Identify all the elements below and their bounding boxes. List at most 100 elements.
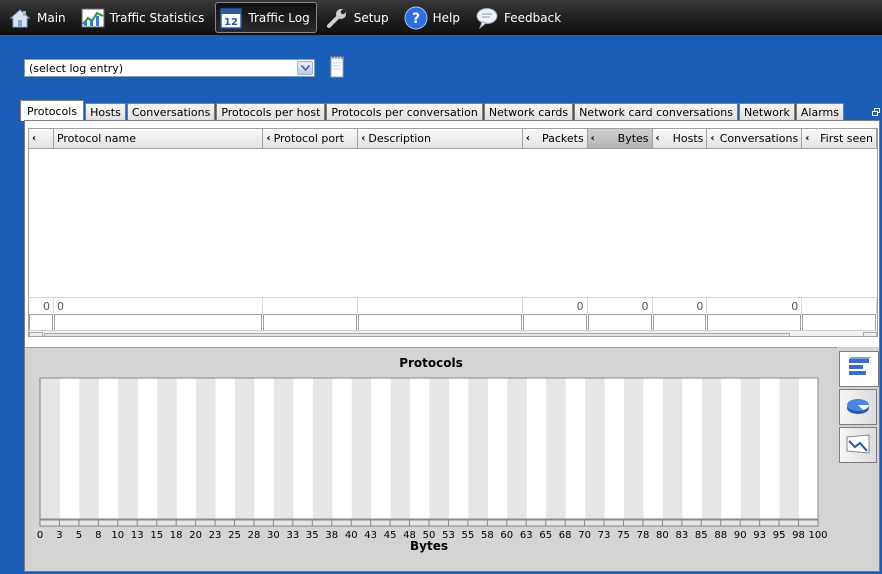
filter-hosts-input[interactable]	[652, 314, 707, 331]
table-summary-row: 0 0 0 0 0 0	[29, 297, 877, 314]
scroll-right-icon[interactable]: ▶	[863, 331, 877, 336]
chart-type-tabs	[837, 347, 879, 571]
plot-area	[39, 377, 819, 520]
x-tick-label: 33	[286, 530, 299, 541]
tab-bar: Protocols Hosts Conversations Protocols …	[20, 99, 845, 121]
x-tick-label: 3	[56, 530, 62, 541]
x-tick-label: 0	[37, 530, 43, 541]
column-header-description[interactable]: ‹ Description	[358, 129, 523, 149]
column-collapse-button[interactable]: ‹	[29, 129, 54, 149]
restore-window-icon[interactable]	[872, 106, 880, 116]
nav-main-label: Main	[37, 10, 66, 25]
x-tick-label: 90	[734, 530, 747, 541]
notepad-icon[interactable]	[329, 55, 345, 78]
x-tick-label: 23	[209, 530, 222, 541]
x-tick-label: 35	[306, 530, 319, 541]
column-header-conversations[interactable]: ‹ Conversations	[707, 129, 803, 149]
filter-first-seen-input[interactable]	[802, 314, 877, 331]
column-header-bytes[interactable]: ‹ Bytes	[587, 129, 653, 149]
nav-traffic-log[interactable]: 12 Traffic Log	[215, 2, 317, 33]
summary-description	[358, 297, 523, 314]
tab-network-card-conversations[interactable]: Network card conversations	[574, 103, 738, 121]
grid-stripe	[779, 378, 800, 519]
grid-stripe	[701, 378, 722, 519]
nav-feedback[interactable]: Feedback	[471, 2, 568, 33]
x-tick-label: 25	[228, 530, 241, 541]
grid-stripe	[468, 378, 488, 519]
grid-stripe	[79, 378, 99, 519]
column-header-packets[interactable]: ‹ Packets	[522, 129, 588, 149]
x-tick-label: 88	[714, 530, 727, 541]
scroll-left-icon[interactable]: ◀	[29, 331, 43, 336]
filter-protocol-name-input[interactable]	[53, 314, 263, 331]
table-filter-row	[29, 314, 877, 331]
nav-setup[interactable]: Setup	[321, 2, 396, 33]
grid-stripe	[585, 378, 605, 519]
tab-network[interactable]: Network	[738, 103, 795, 121]
grid-stripe	[273, 378, 294, 519]
nav-traffic-statistics-label: Traffic Statistics	[109, 10, 205, 25]
x-tick-label: 10	[111, 530, 124, 541]
grid-stripe	[624, 378, 644, 519]
nav-feedback-label: Feedback	[504, 10, 562, 25]
x-tick-label: 5	[76, 530, 82, 541]
nav-help[interactable]: ? Help	[400, 2, 467, 33]
x-tick-label: 78	[637, 530, 650, 541]
tab-network-cards[interactable]: Network cards	[483, 103, 574, 121]
tab-alarms[interactable]: Alarms	[795, 103, 844, 121]
summary-protocol-port	[263, 297, 359, 314]
summary-packets: 0	[522, 297, 588, 314]
tab-hosts[interactable]: Hosts	[85, 103, 126, 121]
column-header-protocol-port[interactable]: ‹ Protocol port	[263, 129, 359, 149]
bar-chart-tab[interactable]	[839, 351, 879, 387]
x-tick-label: 43	[364, 530, 377, 541]
grid-stripe	[546, 378, 566, 519]
x-tick-label: 70	[578, 530, 591, 541]
pie-chart-icon	[845, 395, 871, 420]
x-tick-label: 68	[559, 530, 572, 541]
x-tick-label: 55	[462, 530, 475, 541]
summary-conversations: 0	[707, 297, 803, 314]
bar-chart-icon	[847, 356, 871, 383]
scrollbar-thumb[interactable]	[44, 332, 790, 336]
grid-stripe	[196, 378, 216, 519]
x-tick-label: 65	[539, 530, 552, 541]
filter-protocol-port-input[interactable]	[263, 314, 358, 331]
x-tick-label: 18	[170, 530, 183, 541]
svg-text:12: 12	[224, 17, 238, 28]
tab-protocols[interactable]: Protocols	[20, 100, 85, 121]
nav-main[interactable]: Main	[4, 2, 73, 33]
grid-stripe	[157, 378, 177, 519]
column-header-hosts[interactable]: ‹ Hosts	[652, 129, 708, 149]
calendar-icon: 12	[219, 6, 243, 30]
horizontal-scrollbar[interactable]: ◀ ▶	[29, 330, 877, 336]
filter-packets-input[interactable]	[522, 314, 587, 331]
grid-stripe	[235, 378, 255, 519]
grid-stripe	[507, 378, 527, 519]
filter-row-count[interactable]	[29, 314, 53, 331]
x-tick-label: 38	[325, 530, 338, 541]
x-tick-label: 80	[656, 530, 669, 541]
x-tick-label: 98	[792, 530, 805, 541]
x-tick-label: 40	[345, 530, 358, 541]
tab-protocols-per-host[interactable]: Protocols per host	[216, 103, 326, 121]
x-tick-label: 28	[248, 530, 261, 541]
nav-help-label: Help	[432, 10, 460, 25]
filter-description-input[interactable]	[358, 314, 522, 331]
summary-first-seen	[802, 297, 877, 314]
x-tick-label: 15	[150, 530, 163, 541]
filter-conversations-input[interactable]	[707, 314, 802, 331]
tab-conversations[interactable]: Conversations	[126, 103, 216, 121]
x-axis-label: Bytes	[410, 539, 448, 553]
column-header-protocol-name[interactable]: Protocol name	[53, 129, 264, 149]
tab-protocols-per-conversation[interactable]: Protocols per conversation	[326, 103, 483, 121]
chevron-down-icon[interactable]	[297, 61, 313, 75]
filter-bytes-input[interactable]	[587, 314, 652, 331]
pie-chart-tab[interactable]	[839, 389, 877, 425]
nav-traffic-statistics[interactable]: Traffic Statistics	[77, 2, 212, 33]
grid-stripe	[351, 378, 372, 519]
log-entry-select[interactable]: (select log entry)	[24, 59, 315, 77]
x-tick-label: 20	[189, 530, 202, 541]
line-chart-tab[interactable]	[839, 427, 877, 463]
column-header-first-seen[interactable]: ‹ First seen	[802, 129, 877, 149]
